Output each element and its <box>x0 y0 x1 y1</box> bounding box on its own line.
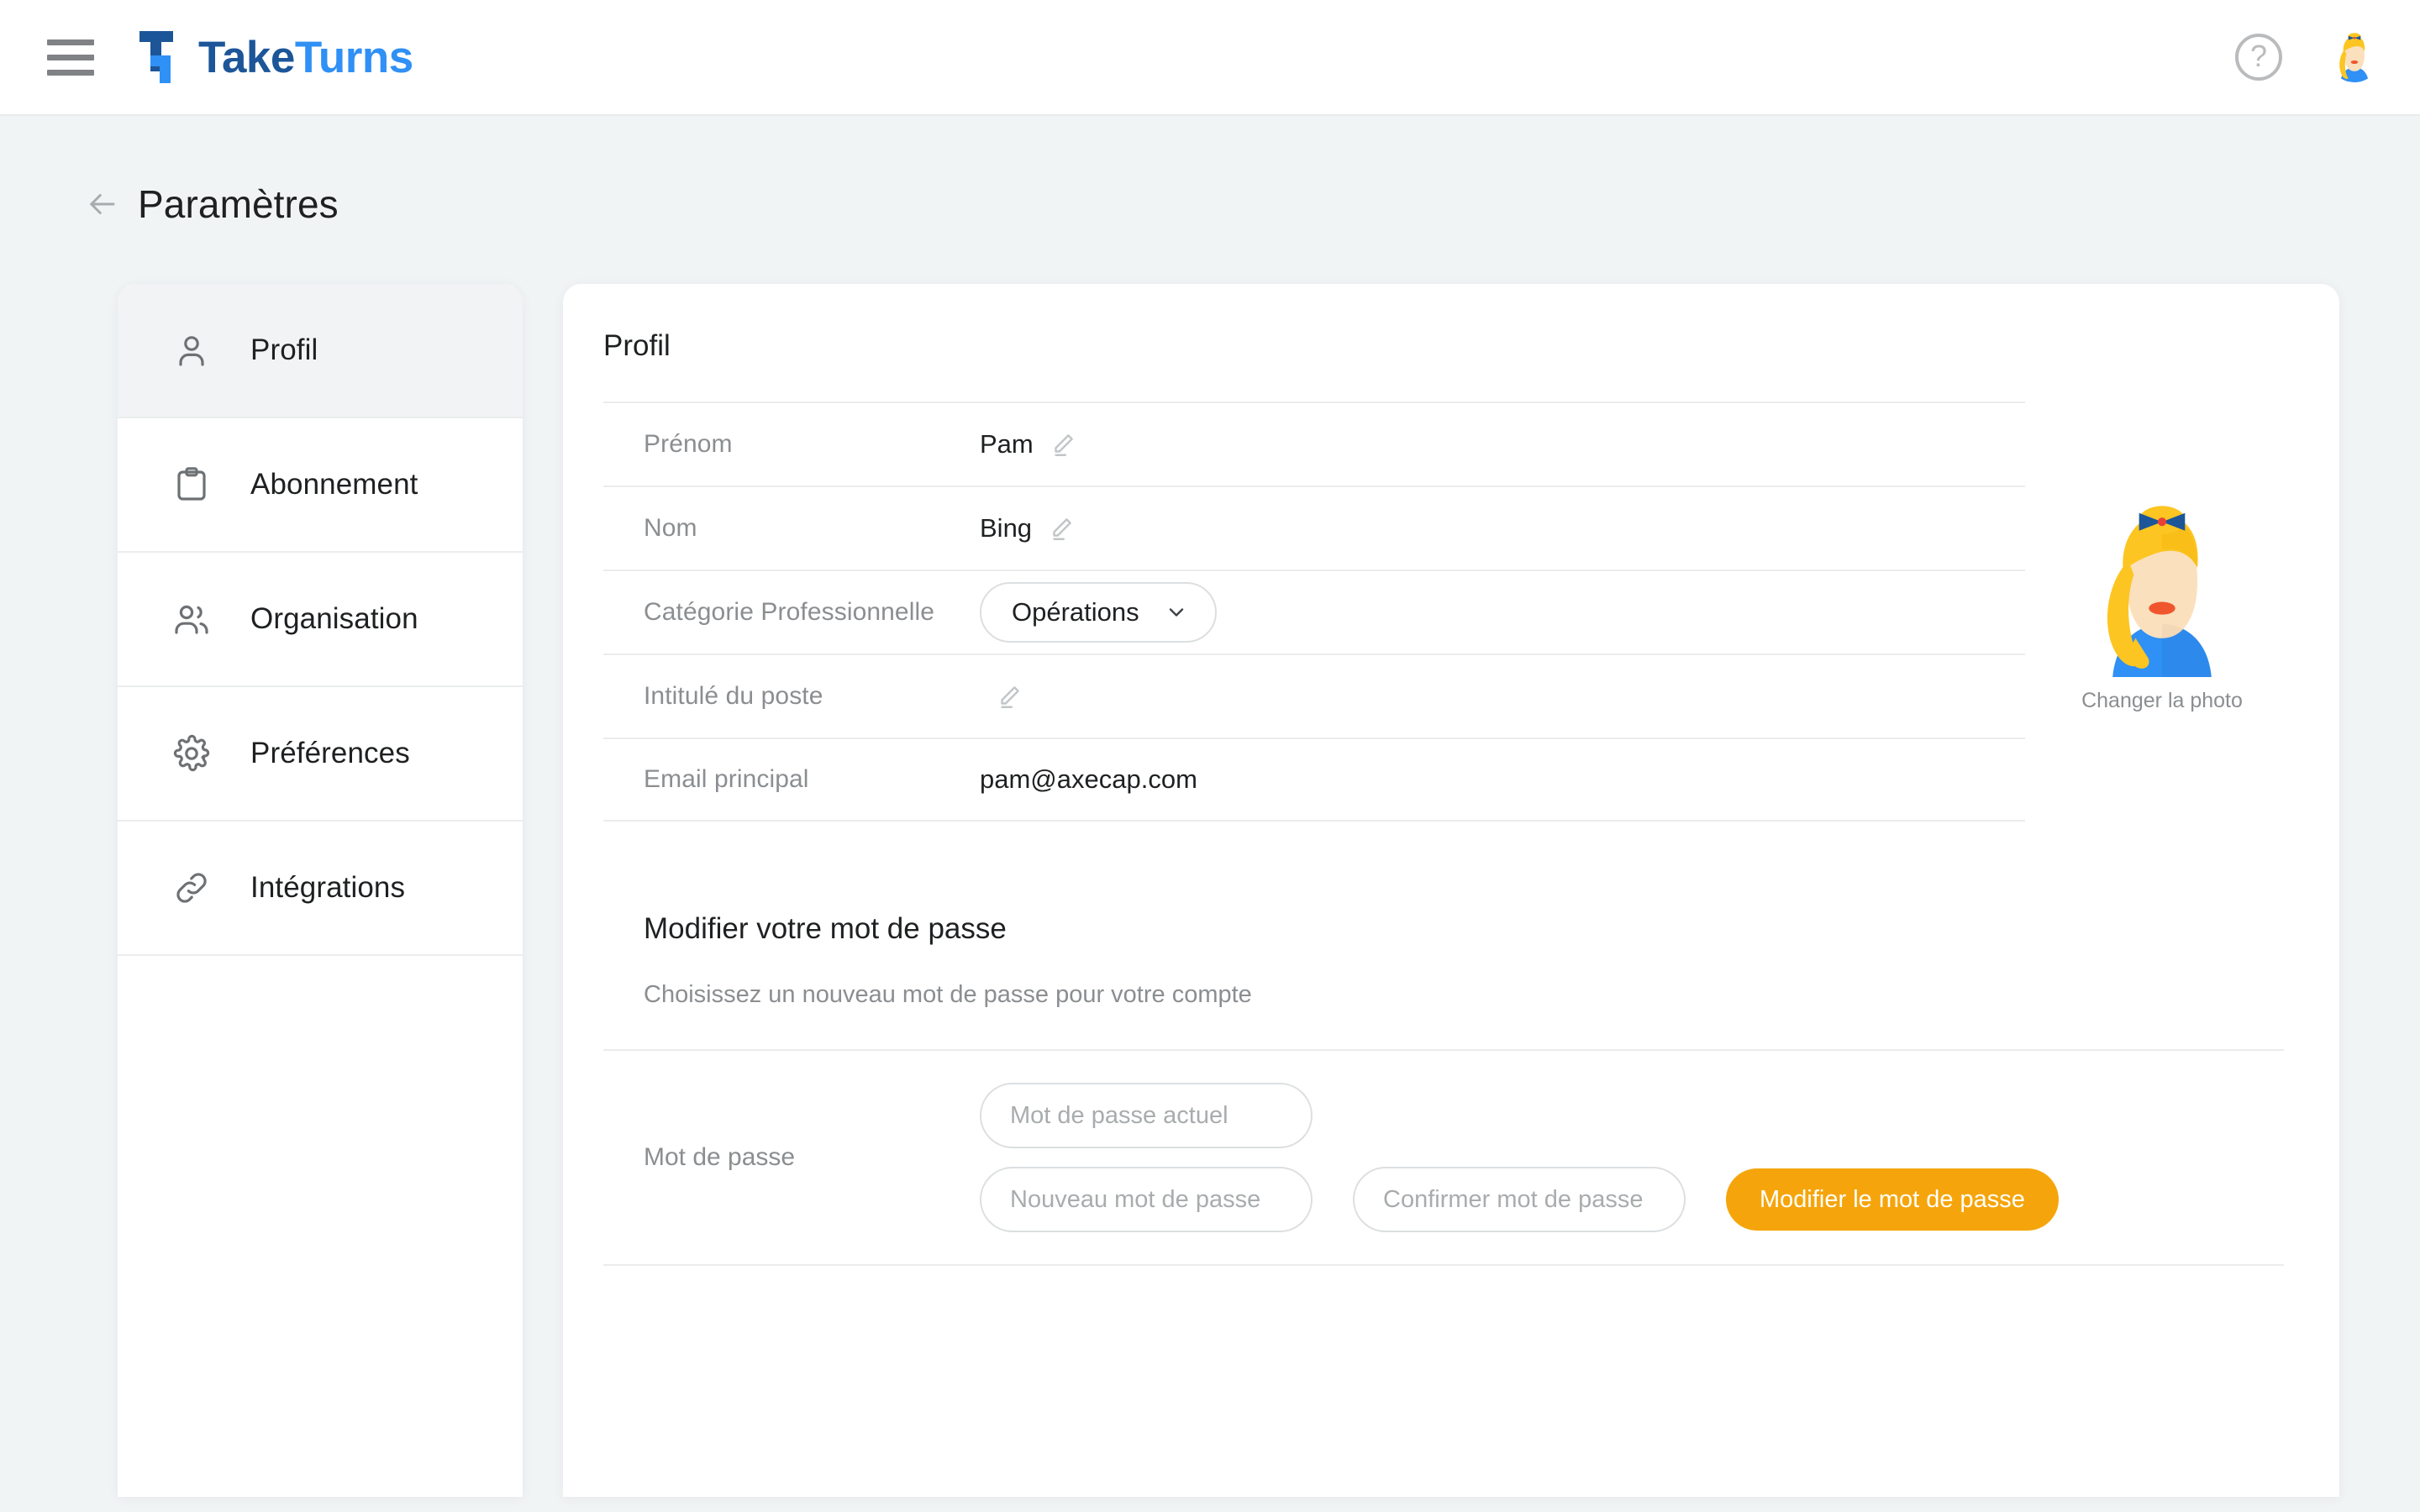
password-section: Modifier votre mot de passe Choisissez u… <box>563 912 2339 1266</box>
field-row-prenom: Prénom Pam <box>603 402 2025 486</box>
sidebar-item-label: Préférences <box>250 737 410 769</box>
brand-take-text: Take <box>198 32 295 82</box>
gear-icon <box>173 734 210 772</box>
sidebar-item-profil[interactable]: Profil <box>118 284 523 418</box>
page-title: Paramètres <box>138 182 339 226</box>
hamburger-bar <box>47 54 94 60</box>
brand-logo[interactable]: TakeTurns <box>138 29 413 85</box>
brand-turns-text: Turns <box>294 32 413 82</box>
profile-photo-block: Changer la photo <box>2040 402 2284 822</box>
password-row: Mot de passe Modifier le mot de passe <box>603 1049 2284 1266</box>
field-value-group: Pam <box>980 429 1077 459</box>
password-inputs: Modifier le mot de passe <box>980 1083 2059 1232</box>
field-value-group: Bing <box>980 513 1076 543</box>
user-avatar-icon[interactable] <box>2074 501 2250 677</box>
sidebar-item-organisation[interactable]: Organisation <box>118 553 523 687</box>
hamburger-menu-icon[interactable] <box>47 31 99 83</box>
current-password-input[interactable] <box>980 1083 1313 1148</box>
sidebar-item-label: Organisation <box>250 602 418 635</box>
sidebar-item-integrations[interactable]: Intégrations <box>118 822 523 956</box>
field-row-categorie: Catégorie Professionnelle Opérations <box>603 570 2025 654</box>
nom-value: Bing <box>980 513 1033 543</box>
password-section-subtitle: Choisissez un nouveau mot de passe pour … <box>644 981 1252 1008</box>
change-photo-link[interactable]: Changer la photo <box>2081 689 2243 713</box>
categorie-professionnelle-select[interactable]: Opérations <box>980 582 1217 643</box>
password-line-current <box>980 1083 2059 1148</box>
pencil-icon[interactable] <box>1047 514 1076 543</box>
help-icon[interactable]: ? <box>2235 34 2282 81</box>
hamburger-bar <box>47 69 94 76</box>
new-password-input[interactable] <box>980 1167 1313 1232</box>
password-line-new: Modifier le mot de passe <box>980 1167 2059 1232</box>
categorie-selected-value: Opérations <box>1012 597 1139 627</box>
sidebar-item-label: Abonnement <box>250 468 418 501</box>
hamburger-bar <box>47 39 94 45</box>
field-label: Intitulé du poste <box>644 682 823 710</box>
field-value-group: Opérations <box>980 582 1217 643</box>
prenom-value: Pam <box>980 429 1034 459</box>
field-row-intitule-poste: Intitulé du poste <box>603 654 2025 738</box>
sidebar-item-label: Intégrations <box>250 871 406 904</box>
brand-wordmark: TakeTurns <box>198 35 413 80</box>
field-value-group <box>980 682 1023 711</box>
field-label: Catégorie Professionnelle <box>644 598 935 626</box>
field-label: Prénom <box>644 430 733 458</box>
password-section-title: Modifier votre mot de passe <box>644 912 1007 945</box>
link-icon <box>176 873 207 903</box>
email-value: pam@axecap.com <box>980 764 1197 794</box>
clipboard-icon <box>177 467 206 501</box>
user-icon <box>179 336 204 366</box>
page-heading: Paramètres <box>0 116 2420 227</box>
field-row-nom: Nom Bing <box>603 486 2025 570</box>
sidebar-item-label: Profil <box>250 333 318 366</box>
user-avatar-icon[interactable] <box>2329 32 2380 82</box>
settings-layout: Profil Abonnement Organisation Préférenc… <box>0 227 2420 1497</box>
pencil-icon[interactable] <box>995 682 1023 711</box>
users-icon <box>175 605 208 634</box>
profile-form-wrapper: Prénom Pam Nom Bing Catégorie Profession… <box>563 402 2339 822</box>
profile-fields: Prénom Pam Nom Bing Catégorie Profession… <box>603 402 2025 822</box>
sidebar-item-preferences[interactable]: Préférences <box>118 687 523 822</box>
app-header: TakeTurns ? <box>0 0 2420 116</box>
chevron-down-icon <box>1169 608 1183 617</box>
taketurns-logo-icon <box>139 31 173 83</box>
field-label: Email principal <box>644 765 809 793</box>
field-value-group: pam@axecap.com <box>980 764 1197 795</box>
password-label: Mot de passe <box>644 1143 796 1171</box>
arrow-left-icon[interactable] <box>84 186 119 222</box>
field-row-email: Email principal pam@axecap.com <box>603 738 2025 822</box>
field-label: Nom <box>644 514 697 542</box>
settings-sidebar: Profil Abonnement Organisation Préférenc… <box>118 284 523 1497</box>
profile-panel: Profil Prénom Pam Nom Bing Catégorie Pro… <box>563 284 2339 1497</box>
sidebar-item-abonnement[interactable]: Abonnement <box>118 418 523 553</box>
confirm-password-input[interactable] <box>1353 1167 1686 1232</box>
pencil-icon[interactable] <box>1049 430 1077 459</box>
change-password-button[interactable]: Modifier le mot de passe <box>1726 1168 2059 1231</box>
panel-section-title: Profil <box>603 329 671 362</box>
app-header-actions: ? <box>2235 32 2380 82</box>
